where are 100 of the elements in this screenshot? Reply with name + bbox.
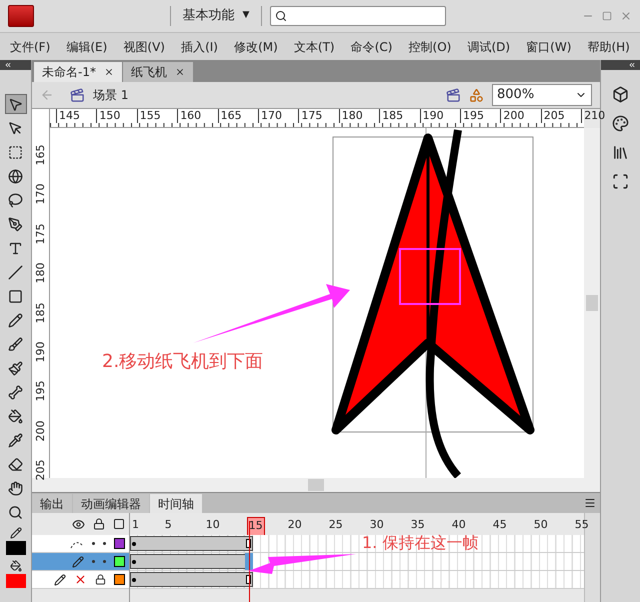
frame-number: 30 bbox=[370, 517, 384, 533]
menu-item[interactable]: 视图(V) bbox=[123, 38, 165, 56]
menu-item[interactable]: 帮助(H) bbox=[587, 38, 630, 56]
selection-tool-icon[interactable] bbox=[8, 96, 23, 112]
panel-collapse-bar[interactable] bbox=[0, 60, 31, 70]
horizontal-scrollbar[interactable] bbox=[32, 478, 600, 492]
workspace-dropdown[interactable]: 基本功能 ▼ bbox=[182, 6, 250, 26]
search-field[interactable] bbox=[270, 6, 446, 26]
bone-tool-icon[interactable] bbox=[8, 385, 23, 400]
document-tab[interactable]: 纸飞机 bbox=[122, 62, 193, 82]
panel-menu-icon[interactable] bbox=[584, 497, 596, 509]
menu-item[interactable]: 文件(F) bbox=[10, 38, 50, 56]
menu-item[interactable]: 窗口(W) bbox=[526, 38, 572, 56]
sphere-tool-icon[interactable] bbox=[8, 169, 23, 184]
annotation-text: 2.移动纸飞机到下面 bbox=[102, 350, 264, 374]
transform-panel-icon[interactable] bbox=[612, 173, 629, 190]
maximize-icon[interactable] bbox=[602, 11, 612, 21]
edit-symbol-icon[interactable] bbox=[469, 88, 484, 102]
panel-tab[interactable]: 动画编辑器 bbox=[73, 494, 149, 513]
layer-row[interactable] bbox=[32, 535, 129, 553]
transform-tool-icon[interactable] bbox=[8, 145, 23, 160]
menu-item[interactable]: 控制(O) bbox=[408, 38, 452, 56]
ruler-number: 200 bbox=[34, 419, 48, 444]
panel-collapse-bar[interactable] bbox=[601, 60, 640, 70]
menu-item[interactable]: 插入(I) bbox=[181, 38, 218, 56]
lock-icon[interactable] bbox=[93, 518, 105, 530]
annotation-text: 1. 保持在这一帧 bbox=[362, 534, 478, 552]
ruler-number: 175 bbox=[34, 222, 48, 246]
ruler-number: 180 bbox=[338, 109, 363, 123]
eyedropper-tool-icon[interactable] bbox=[8, 433, 23, 448]
ruler-number: 155 bbox=[136, 109, 161, 123]
layer-color-swatch[interactable] bbox=[114, 556, 125, 567]
ruler-number: 180 bbox=[34, 262, 48, 286]
bucket-tool-icon[interactable] bbox=[8, 409, 23, 424]
ruler-number: 190 bbox=[34, 340, 48, 364]
eraser-tool-icon[interactable] bbox=[8, 457, 23, 472]
pencil-icon bbox=[72, 556, 84, 568]
zoom-dropdown[interactable]: 800% bbox=[492, 84, 592, 106]
frame-number: 55 bbox=[574, 517, 589, 533]
layer-row[interactable] bbox=[32, 553, 129, 571]
ruler-number: 185 bbox=[34, 301, 48, 326]
ruler-number: 190 bbox=[420, 109, 444, 123]
text-tool-icon[interactable] bbox=[8, 241, 23, 256]
hidden-icon[interactable] bbox=[74, 573, 87, 586]
ruler-number: 170 bbox=[258, 109, 282, 123]
pointer-tool-icon[interactable] bbox=[8, 121, 23, 136]
frame-number: 5 bbox=[164, 517, 172, 533]
ruler-number: 195 bbox=[460, 109, 484, 123]
library-panel-icon[interactable] bbox=[612, 86, 629, 103]
ruler-number: 195 bbox=[34, 380, 48, 404]
color-swatch[interactable] bbox=[6, 541, 26, 555]
document-tab[interactable]: 未命名-1* bbox=[34, 62, 122, 82]
ruler-number: 160 bbox=[177, 109, 202, 123]
frame-number: 1 bbox=[132, 517, 139, 533]
fill-bucket-icon bbox=[10, 560, 22, 572]
color-swatch[interactable] bbox=[6, 574, 26, 588]
menu-item[interactable]: 命令(C) bbox=[350, 38, 392, 56]
stroke-pencil-icon bbox=[10, 527, 22, 539]
menu-item[interactable]: 修改(M) bbox=[234, 38, 278, 56]
frame-number: 45 bbox=[492, 517, 507, 533]
eye-icon[interactable] bbox=[72, 518, 85, 530]
vertical-scrollbar[interactable] bbox=[584, 128, 600, 478]
books-icon[interactable] bbox=[612, 144, 629, 161]
app-logo-icon bbox=[8, 5, 34, 27]
close-icon[interactable] bbox=[174, 67, 185, 77]
ruler-number: 165 bbox=[218, 109, 242, 123]
hand-tool-icon[interactable] bbox=[8, 481, 23, 496]
brush-tool-icon[interactable] bbox=[8, 337, 23, 352]
pen-tool-icon[interactable] bbox=[8, 217, 23, 232]
frame-number: 50 bbox=[534, 517, 548, 533]
line-tool-icon[interactable] bbox=[8, 265, 23, 280]
layer-color-swatch[interactable] bbox=[114, 538, 125, 549]
lasso-tool-icon[interactable] bbox=[8, 193, 23, 208]
layer-row[interactable] bbox=[32, 571, 129, 589]
outline-icon[interactable] bbox=[113, 518, 125, 530]
search-icon bbox=[275, 10, 288, 22]
highlight-rectangle bbox=[399, 248, 461, 305]
rectangle-tool-icon[interactable] bbox=[8, 289, 23, 304]
ruler-number: 205 bbox=[34, 458, 48, 483]
close-icon[interactable] bbox=[104, 67, 114, 77]
clapperboard-icon bbox=[70, 88, 85, 102]
menu-item[interactable]: 调试(D) bbox=[467, 38, 510, 56]
frame-number: 35 bbox=[410, 517, 425, 533]
menu-item[interactable]: 编辑(E) bbox=[66, 38, 108, 56]
panel-tab[interactable]: 输出 bbox=[32, 494, 72, 513]
frame-number: 40 bbox=[452, 517, 466, 533]
pencil-tool-icon[interactable] bbox=[8, 313, 23, 328]
layer-color-swatch[interactable] bbox=[114, 574, 125, 585]
edit-scene-icon[interactable] bbox=[446, 88, 461, 102]
frame-number: 10 bbox=[206, 517, 220, 533]
scene-label: 场景 1 bbox=[93, 87, 128, 104]
paintbrush-tool-icon[interactable] bbox=[8, 361, 23, 376]
ruler-number: 170 bbox=[34, 182, 48, 207]
ruler-number: 200 bbox=[500, 109, 524, 123]
zoom-tool-icon[interactable] bbox=[8, 505, 23, 520]
frame-number: 15 bbox=[246, 517, 265, 536]
panel-tab[interactable]: 时间轴 bbox=[150, 494, 202, 513]
menu-item[interactable]: 文本(T) bbox=[294, 38, 335, 56]
lock-icon[interactable] bbox=[95, 574, 106, 585]
palette-icon[interactable] bbox=[612, 115, 629, 132]
